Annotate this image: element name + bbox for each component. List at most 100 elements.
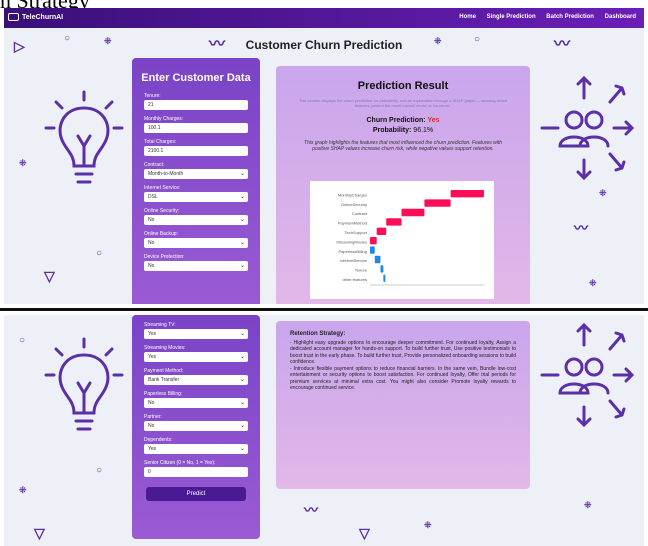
nav-link-batch-prediction[interactable]: Batch Prediction (546, 14, 594, 20)
chevron-down-icon: ⌄ (239, 217, 245, 223)
field-total-charges: Total Charges: 2100.1 (144, 138, 248, 156)
cross-shape: ⁜ (19, 158, 27, 168)
probability-label: Probability: (372, 127, 412, 134)
brand[interactable]: TeleChurnAI (8, 13, 63, 21)
select-value: No (148, 240, 155, 246)
churn-probability: Probability: 96.1% (276, 127, 530, 134)
circle-shape: ○ (19, 335, 26, 346)
monthly-charges-input[interactable]: 100.1 (144, 123, 248, 133)
cross-shape: ⁜ (424, 520, 432, 530)
field-label: Online Security: (144, 208, 180, 214)
shap-bar-internetservice (374, 255, 381, 264)
result-note: This section displays the churn predicti… (299, 98, 507, 108)
shap-bar-contract (401, 208, 425, 217)
select-value: DSL (148, 194, 158, 200)
chevron-down-icon: ⌄ (239, 263, 245, 269)
churn-value: Yes (427, 117, 440, 124)
device-protection-select[interactable]: No ⌄ (144, 261, 248, 271)
field-label: Device Protection: (144, 254, 185, 260)
shap-bar-tenure (380, 265, 384, 273)
field-senior-citizen: Senior Citizen (0 = No, 1 = Yes): 0 (144, 459, 248, 477)
page-title: Customer Churn Prediction (245, 38, 403, 52)
select-value: No (148, 400, 155, 406)
payment-method-select[interactable]: Bank Transfer ⌄ (144, 375, 248, 385)
field-label: Contract: (144, 162, 165, 168)
shap-chart-svg: MonthlyCharges OnlineSecurity Contract Paym… (336, 190, 484, 286)
field-device-protection: Device Protection: No ⌄ (144, 253, 248, 271)
shap-bar-paperlessbilling (370, 246, 375, 254)
chevron-down-icon: ⌄ (239, 194, 245, 200)
retention-item: - Highlight easy upgrade options to enco… (290, 339, 516, 366)
users-network-icon (540, 75, 635, 181)
shap-feature-label: Contract (352, 211, 368, 216)
field-label: Dependents: (144, 437, 173, 443)
field-online-backup: Online Backup: No ⌄ (144, 230, 248, 248)
shap-feature-label: InternetService (340, 258, 368, 263)
select-value: Yes (148, 446, 157, 452)
shap-feature-label: MonthlyCharges (338, 192, 367, 197)
shap-feature-label: PaymentMethod (338, 221, 367, 226)
section-divider (0, 308, 648, 311)
shap-feature-label: TechSupport (345, 230, 368, 235)
churn-prediction: Churn Prediction: Yes (276, 117, 530, 124)
tenure-input[interactable]: 21 (144, 100, 248, 110)
probability-value: 96.1% (413, 127, 434, 134)
online-backup-select[interactable]: No ⌄ (144, 238, 248, 248)
field-streaming-tv: Streaming TV: Yes ⌄ (144, 321, 248, 339)
field-label: Paperless Billing: (144, 391, 183, 397)
customer-form-card-continued: Streaming TV: Yes ⌄ Streaming Movies: Yes… (132, 315, 260, 539)
nav-link-single-prediction[interactable]: Single Prediction (487, 14, 536, 20)
triangle-shape: ▽ (359, 525, 370, 541)
select-value: No (148, 263, 155, 269)
retention-item: - Introduce flexible payment options to … (290, 365, 516, 392)
dependents-select[interactable]: Yes ⌄ (144, 444, 248, 454)
users-network-icon (540, 322, 635, 428)
chevron-down-icon: ⌄ (239, 400, 245, 406)
shap-explanation: This graph highlights the features that … (303, 140, 503, 152)
triangle-shape: ▽ (34, 525, 45, 541)
circle-shape: ○ (96, 465, 103, 476)
chevron-down-icon: ⌄ (239, 446, 245, 452)
select-value: Bank Transfer (148, 377, 180, 383)
nav-link-home[interactable]: Home (459, 14, 476, 20)
internet-service-select[interactable]: DSL ⌄ (144, 192, 248, 202)
online-security-select[interactable]: No ⌄ (144, 215, 248, 225)
predict-button[interactable]: Predict (146, 487, 246, 501)
chevron-down-icon: ⌄ (239, 331, 245, 337)
field-dependents: Dependents: Yes ⌄ (144, 436, 248, 454)
nav-link-dashboard[interactable]: Dashboard (605, 14, 636, 20)
lightbulb-icon (44, 337, 124, 431)
select-value: Yes (148, 354, 157, 360)
streaming-movies-select[interactable]: Yes ⌄ (144, 352, 248, 362)
shap-bar-techsupport (376, 227, 387, 235)
field-payment-method: Payment Method: Bank Transfer ⌄ (144, 367, 248, 385)
chevron-down-icon: ⌄ (239, 423, 245, 429)
nav-links: Home Single Prediction Batch Prediction … (450, 14, 636, 20)
select-value: No (148, 217, 155, 223)
select-value: Yes (148, 331, 157, 337)
field-tenure: Tenure: 21 (144, 92, 248, 110)
shap-bar-paymentmethod (386, 218, 402, 226)
paperless-billing-select[interactable]: No ⌄ (144, 398, 248, 408)
streaming-tv-select[interactable]: Yes ⌄ (144, 329, 248, 339)
brand-name: TeleChurnAI (22, 13, 64, 21)
zigzag-shape: 〰 (304, 502, 318, 518)
cross-shape: ⁜ (599, 188, 607, 198)
senior-citizen-input[interactable]: 0 (144, 467, 248, 477)
select-value: Month-to-Month (148, 171, 184, 177)
select-value: No (148, 423, 155, 429)
field-partner: Partner: No ⌄ (144, 413, 248, 431)
field-online-security: Online Security: No ⌄ (144, 207, 248, 225)
field-contract: Contract: Month-to-Month ⌄ (144, 161, 248, 179)
field-label: Total Charges: (144, 139, 177, 145)
customer-form-card: Enter Customer Data Tenure: 21 Monthly C… (132, 58, 260, 304)
zigzag-shape: 〰 (574, 220, 588, 236)
partner-select[interactable]: No ⌄ (144, 421, 248, 431)
form-title: Enter Customer Data (141, 72, 251, 84)
total-charges-input[interactable]: 2100.1 (144, 146, 248, 156)
shap-bar-other-features (383, 274, 386, 282)
contract-select[interactable]: Month-to-Month ⌄ (144, 169, 248, 179)
retention-title: Retention Strategy: (290, 331, 346, 337)
field-label: Tenure: (144, 93, 161, 99)
retention-strategy-card: Retention Strategy: - Highlight easy upg… (276, 321, 530, 489)
